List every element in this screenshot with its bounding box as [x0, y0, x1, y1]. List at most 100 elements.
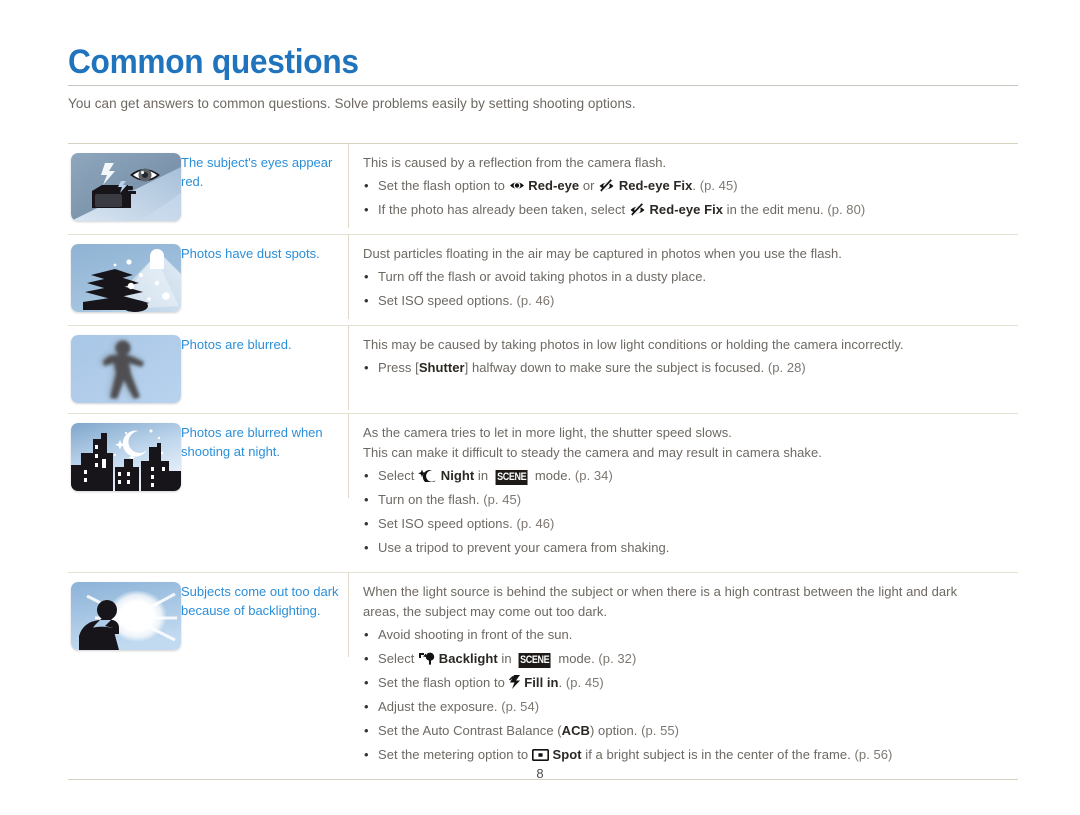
answer-bullet: Avoid shooting in front of the sun.	[363, 623, 1018, 647]
page-reference[interactable]: (p. 28)	[768, 360, 806, 375]
bullet-keyword: Shutter	[418, 360, 465, 375]
bullet-text: ] halfway down to make sure the subject …	[464, 360, 768, 375]
bullet-text: Use a tripod to prevent your camera from…	[378, 540, 670, 555]
page-reference[interactable]: (p. 46)	[516, 516, 554, 531]
answer-bullet: If the photo has already been taken, sel…	[363, 198, 1018, 222]
page-title: Common questions	[68, 43, 359, 81]
bullet-text: .	[692, 178, 700, 193]
bullet-text: Press [	[378, 360, 419, 375]
bullet-text: Avoid shooting in front of the sun.	[378, 627, 573, 642]
fill-in-flash-icon	[508, 675, 521, 689]
bullet-keyword: Spot	[552, 747, 582, 762]
red-eye-fix-icon	[598, 179, 615, 192]
answer-bullet: Press [Shutter] halfway down to make sur…	[363, 356, 1018, 380]
answer-cell: Dust particles floating in the air may b…	[349, 235, 1018, 325]
answer-bullet: Set ISO speed options. (p. 46)	[363, 512, 1018, 536]
night-cityscape-illustration	[71, 423, 181, 491]
answer-bullet: Turn on the flash. (p. 45)	[363, 488, 1018, 512]
page-reference[interactable]: (p. 80)	[827, 202, 865, 217]
page-reference[interactable]: (p. 45)	[700, 178, 738, 193]
bullet-text: Adjust the exposure.	[378, 699, 502, 714]
answer-bullet: Set the Auto Contrast Balance (ACB) opti…	[363, 719, 1018, 743]
answer-bullet: Turn off the flash or avoid taking photo…	[363, 265, 1018, 289]
bullet-text: .	[558, 675, 566, 690]
answer-cell: This may be caused by taking photos in l…	[349, 326, 1018, 410]
illustration-cell	[68, 414, 181, 501]
answer-lead: This may be caused by taking photos in l…	[363, 337, 904, 352]
answer-bullet: Set ISO speed options. (p. 46)	[363, 289, 1018, 313]
bullet-text: Select	[378, 651, 419, 666]
scene-mode-chip: SCENE	[518, 653, 552, 668]
table-row: Photos are blurred. This may be caused by…	[68, 326, 1018, 414]
bullet-text: Turn on the flash.	[378, 492, 484, 507]
page-number: 8	[536, 766, 544, 781]
blurred-person-illustration	[71, 335, 181, 403]
answer-lead-continued: areas, the subject may come out too dark…	[363, 604, 608, 619]
answer-lead: When the light source is behind the subj…	[363, 584, 958, 599]
question-label: Photos have dust spots.	[181, 235, 349, 319]
bullet-keyword: Night	[440, 468, 475, 483]
page-reference[interactable]: (p. 46)	[516, 293, 554, 308]
common-questions-table: The subject's eyes appear red. This is ca…	[68, 143, 1018, 780]
bullet-text: Set the metering option to	[378, 747, 532, 762]
page-reference[interactable]: (p. 34)	[575, 468, 613, 483]
night-mode-icon	[418, 469, 437, 482]
illustration-cell	[68, 235, 181, 322]
bullet-text: Set ISO speed options.	[378, 516, 517, 531]
page-reference[interactable]: (p. 54)	[501, 699, 539, 714]
bullet-text: or	[579, 178, 599, 193]
answer-lead: Dust particles floating in the air may b…	[363, 246, 842, 261]
spot-metering-icon	[531, 749, 549, 761]
table-row: Subjects come out too dark because of ba…	[68, 573, 1018, 779]
scene-mode-chip: SCENE	[495, 470, 528, 485]
bullet-keyword: Backlight	[438, 651, 498, 666]
answer-cell: This is caused by a reflection from the …	[349, 144, 1018, 234]
bullet-text: Set the flash option to	[378, 675, 509, 690]
page-header: Common questions	[68, 44, 1018, 86]
table-row: Photos have dust spots. Dust particles fl…	[68, 235, 1018, 326]
title-divider	[68, 85, 1018, 86]
bullet-keyword: ACB	[561, 723, 590, 738]
page-reference[interactable]: (p. 55)	[641, 723, 679, 738]
dust-spots-stack-illustration	[71, 244, 181, 312]
backlight-mode-icon	[418, 652, 435, 665]
bullet-text: in	[474, 468, 492, 483]
answer-bullet: Set the flash option to Red-eye or Red-e…	[363, 174, 1018, 198]
bullet-text: Turn off the flash or avoid taking photo…	[378, 269, 707, 284]
question-label: Photos are blurred.	[181, 326, 349, 410]
manual-page: Common questions You can get answers to …	[0, 0, 1080, 815]
bullet-text: mode.	[531, 468, 575, 483]
backlighting-silhouette-sun-illustration	[71, 582, 181, 650]
bullet-text: Select	[378, 468, 419, 483]
question-label: The subject's eyes appear red.	[181, 144, 349, 228]
illustration-cell	[68, 144, 181, 231]
answer-bullet: Use a tripod to prevent your camera from…	[363, 536, 1018, 560]
bullet-text: if a bright subject is in the center of …	[581, 747, 855, 762]
bullet-text: Set the flash option to	[378, 178, 509, 193]
answer-lead: This is caused by a reflection from the …	[363, 155, 667, 170]
bullet-keyword: Red-eye Fix	[649, 202, 724, 217]
intro-text: You can get answers to common questions.…	[68, 96, 636, 111]
answer-bullet-list: Select Night in SCENE mode. (p. 34) Turn …	[363, 464, 1018, 560]
answer-lead: As the camera tries to let in more light…	[363, 425, 732, 440]
answer-bullet-list: Set the flash option to Red-eye or Red-e…	[363, 174, 1018, 222]
page-reference[interactable]: (p. 56)	[854, 747, 892, 762]
answer-bullet: Select Backlight in SCENE mode. (p. 32)	[363, 647, 1018, 671]
answer-cell: As the camera tries to let in more light…	[349, 414, 1018, 572]
bullet-keyword: Fill in	[524, 675, 559, 690]
bullet-keyword: Red-eye	[528, 178, 580, 193]
bullet-text: If the photo has already been taken, sel…	[378, 202, 629, 217]
table-row: The subject's eyes appear red. This is ca…	[68, 144, 1018, 235]
bullet-text: mode.	[554, 651, 599, 666]
page-reference[interactable]: (p. 45)	[566, 675, 604, 690]
bullet-keyword: Red-eye Fix	[618, 178, 693, 193]
answer-lead-continued: This can make it difficult to steady the…	[363, 445, 822, 460]
page-reference[interactable]: (p. 32)	[598, 651, 636, 666]
bullet-text: ) option.	[590, 723, 642, 738]
table-row: Photos are blurred when shooting at nigh…	[68, 414, 1018, 573]
answer-bullet: Set the flash option to Fill in. (p. 45)	[363, 671, 1018, 695]
page-reference[interactable]: (p. 45)	[483, 492, 521, 507]
answer-cell: When the light source is behind the subj…	[349, 573, 1018, 779]
bullet-text: Set ISO speed options.	[378, 293, 517, 308]
bullet-text: in	[497, 651, 516, 666]
